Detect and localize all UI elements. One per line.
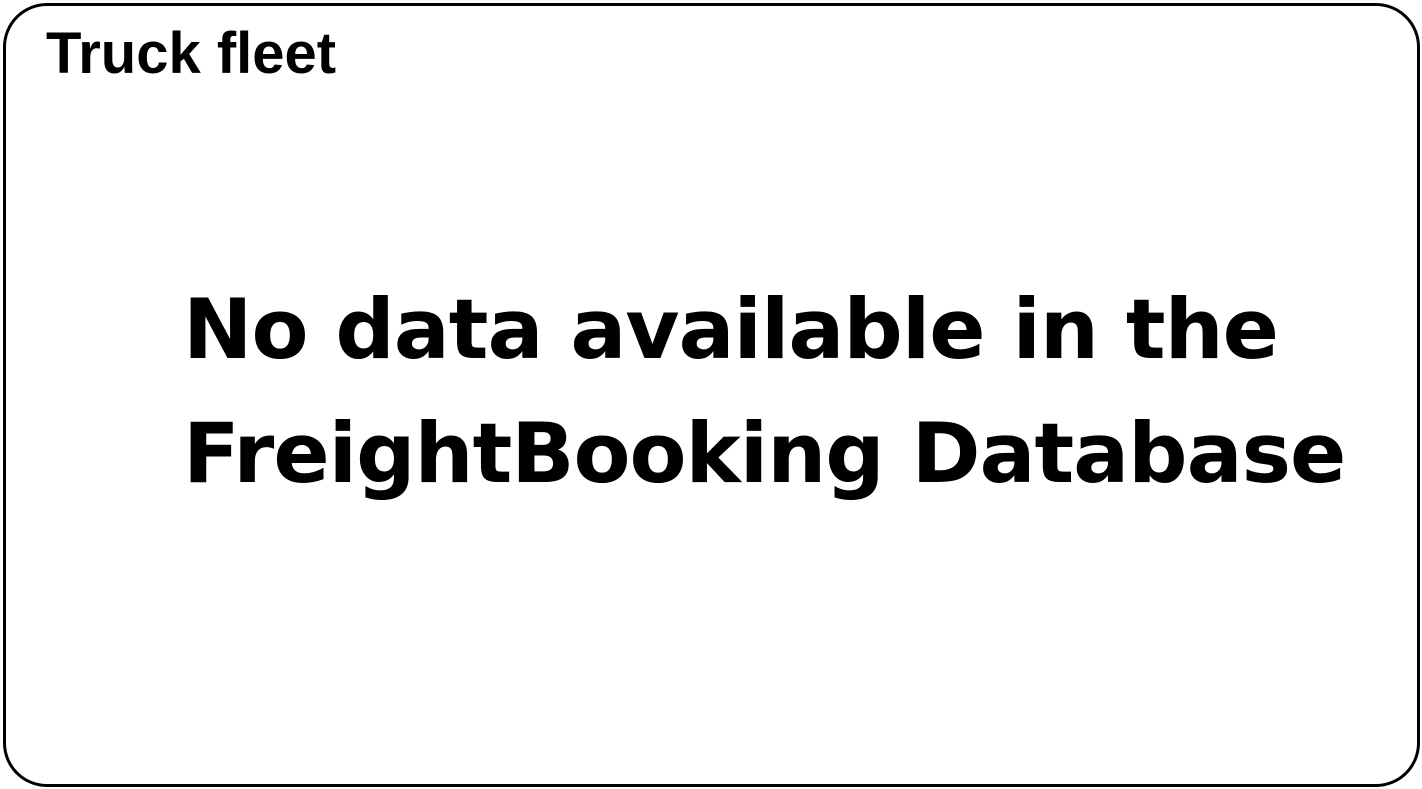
empty-state-message: No data available in the FreightBooking …: [183, 268, 1346, 516]
empty-state-line-1: No data available in the: [183, 281, 1279, 378]
panel-title: Truck fleet: [46, 21, 337, 86]
truck-fleet-panel: Truck fleet No data available in the Fre…: [3, 3, 1420, 787]
empty-state-line-2: FreightBooking Database: [183, 405, 1346, 502]
